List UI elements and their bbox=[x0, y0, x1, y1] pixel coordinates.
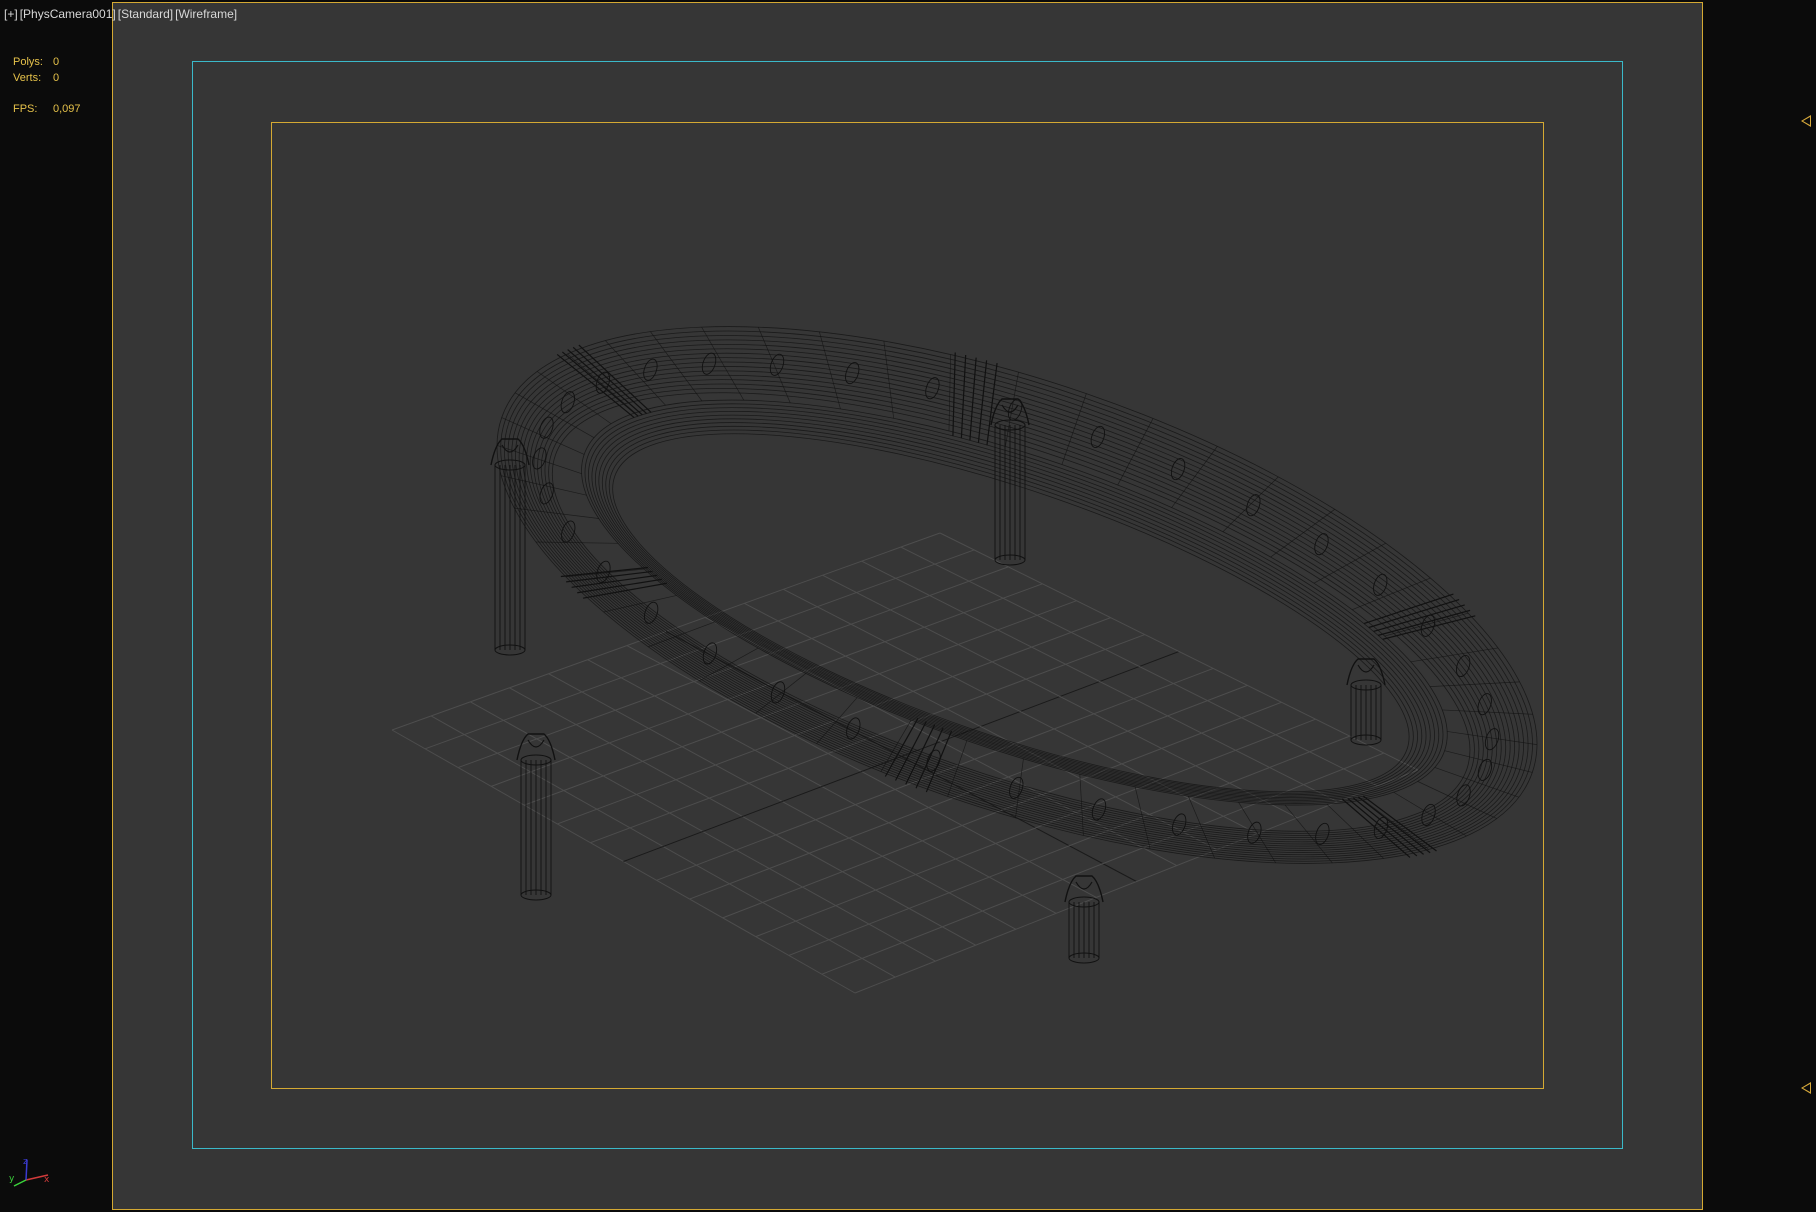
stat-polys-value: 0 bbox=[53, 56, 60, 68]
stat-verts: Verts: 0 bbox=[13, 72, 59, 84]
viewport-standard-menu[interactable]: [Standard] bbox=[117, 7, 174, 21]
viewport-plus-menu[interactable]: [+] bbox=[3, 7, 19, 21]
viewport-camera-menu[interactable]: [PhysCamera001] bbox=[19, 7, 117, 21]
axis-z-label: z bbox=[23, 1157, 28, 1167]
axis-y-label: y bbox=[9, 1174, 15, 1184]
stat-verts-label: Verts: bbox=[13, 72, 42, 84]
safe-frame-arrow-icon bbox=[1801, 115, 1811, 127]
viewport-background bbox=[112, 2, 1702, 1210]
stat-polys-label: Polys: bbox=[13, 56, 43, 68]
safe-frame-arrow-icon bbox=[1801, 1082, 1811, 1094]
wireframe-scene[interactable]: x y z bbox=[0, 0, 1816, 1212]
axis-gizmo-icon: x y z bbox=[9, 1157, 50, 1187]
stat-fps-label: FPS: bbox=[13, 103, 38, 115]
stat-fps: FPS: 0,097 bbox=[13, 103, 81, 115]
stat-fps-value: 0,097 bbox=[53, 103, 81, 115]
stat-polys: Polys: 0 bbox=[13, 56, 59, 68]
stat-verts-value: 0 bbox=[53, 72, 60, 84]
axis-x-label: x bbox=[44, 1175, 50, 1185]
viewport-label-menu[interactable]: [+] [PhysCamera001] [Standard] [Wirefram… bbox=[3, 7, 238, 21]
viewport-shading-menu[interactable]: [Wireframe] bbox=[174, 7, 238, 21]
camera-viewport[interactable]: x y z [+] [PhysCamera001] [Standard] [Wi… bbox=[0, 0, 1816, 1212]
